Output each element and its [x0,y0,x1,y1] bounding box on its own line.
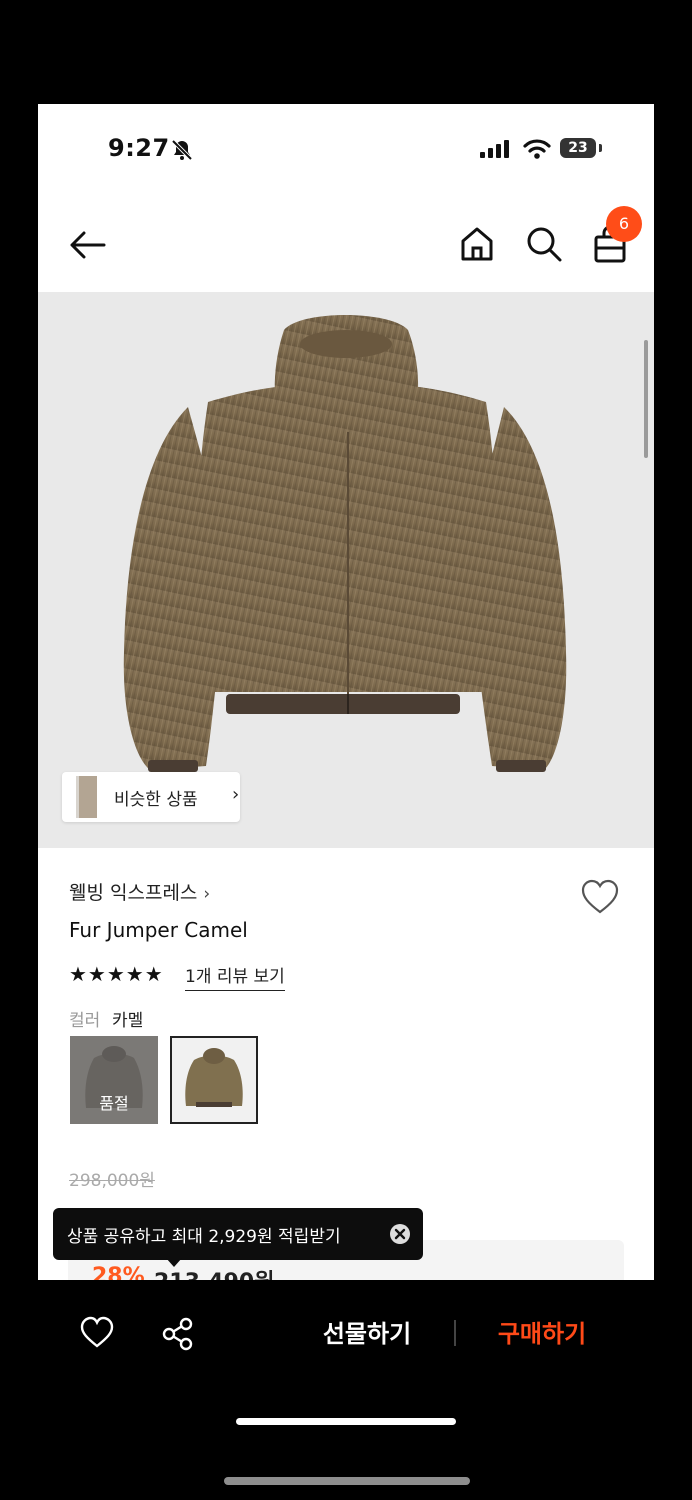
screen-recording-bar [224,1477,470,1485]
discount-rate: 28% [92,1264,145,1280]
heart-icon[interactable] [80,1316,114,1350]
camel-jacket-thumbnail [172,1038,256,1122]
similar-products-button[interactable]: 비슷한 상품 › [62,772,240,822]
status-bar: 9:27 23 [38,104,654,194]
product-name: Fur Jumper Camel [69,918,248,942]
share-reward-toast[interactable]: 상품 공유하고 최대 2,929원 적립받기 [53,1208,423,1260]
color-swatch-grey[interactable]: 품절 [70,1036,158,1124]
product-image[interactable]: 비슷한 상품 › [38,292,654,848]
toast-text: 상품 공유하고 최대 2,929원 적립받기 [67,1227,341,1247]
heart-icon[interactable] [580,878,620,918]
buy-button[interactable]: 구매하기 [474,1316,610,1352]
chevron-right-icon: › [203,884,211,904]
scrollbar[interactable] [644,340,648,458]
similar-products-label: 비슷한 상품 [114,790,198,810]
cart-count-badge: 6 [606,206,642,242]
color-value: 카멜 [112,1011,144,1031]
original-price: 298,000원 [69,1171,155,1191]
rating-stars: ★★★★★ [69,962,164,986]
color-caption: 컬러 [69,1011,101,1031]
fur-jacket-illustration [123,315,567,772]
toast-pointer [166,1258,182,1267]
battery-tip [599,144,602,152]
gift-button[interactable]: 선물하기 [300,1316,434,1352]
home-indicator[interactable] [236,1418,456,1425]
brand-name: 웰빙 익스프레스 [69,882,198,904]
status-time: 9:27 [108,134,170,162]
share-icon[interactable] [160,1316,196,1352]
brand-link[interactable]: 웰빙 익스프레스 › [69,878,210,905]
divider [454,1320,456,1346]
close-icon[interactable] [389,1223,411,1245]
search-icon[interactable] [524,224,564,264]
similar-product-thumbnail [76,776,97,818]
sold-out-label: 품절 [99,1094,129,1113]
battery-indicator: 23 [560,138,596,158]
review-link[interactable]: 1개 리뷰 보기 [185,962,285,991]
signal-icon [480,140,509,158]
color-swatch-camel[interactable] [170,1036,258,1124]
bottom-action-bar [0,1280,692,1500]
chevron-right-icon: › [232,784,240,805]
app-screen: 9:27 23 6 비슷한 상품 › 웰빙 익스프레스 › Fur Jumper… [38,104,654,1280]
home-icon[interactable] [458,224,496,264]
bell-muted-icon [171,139,193,161]
wifi-icon [523,139,551,159]
back-arrow-icon[interactable] [66,224,108,266]
